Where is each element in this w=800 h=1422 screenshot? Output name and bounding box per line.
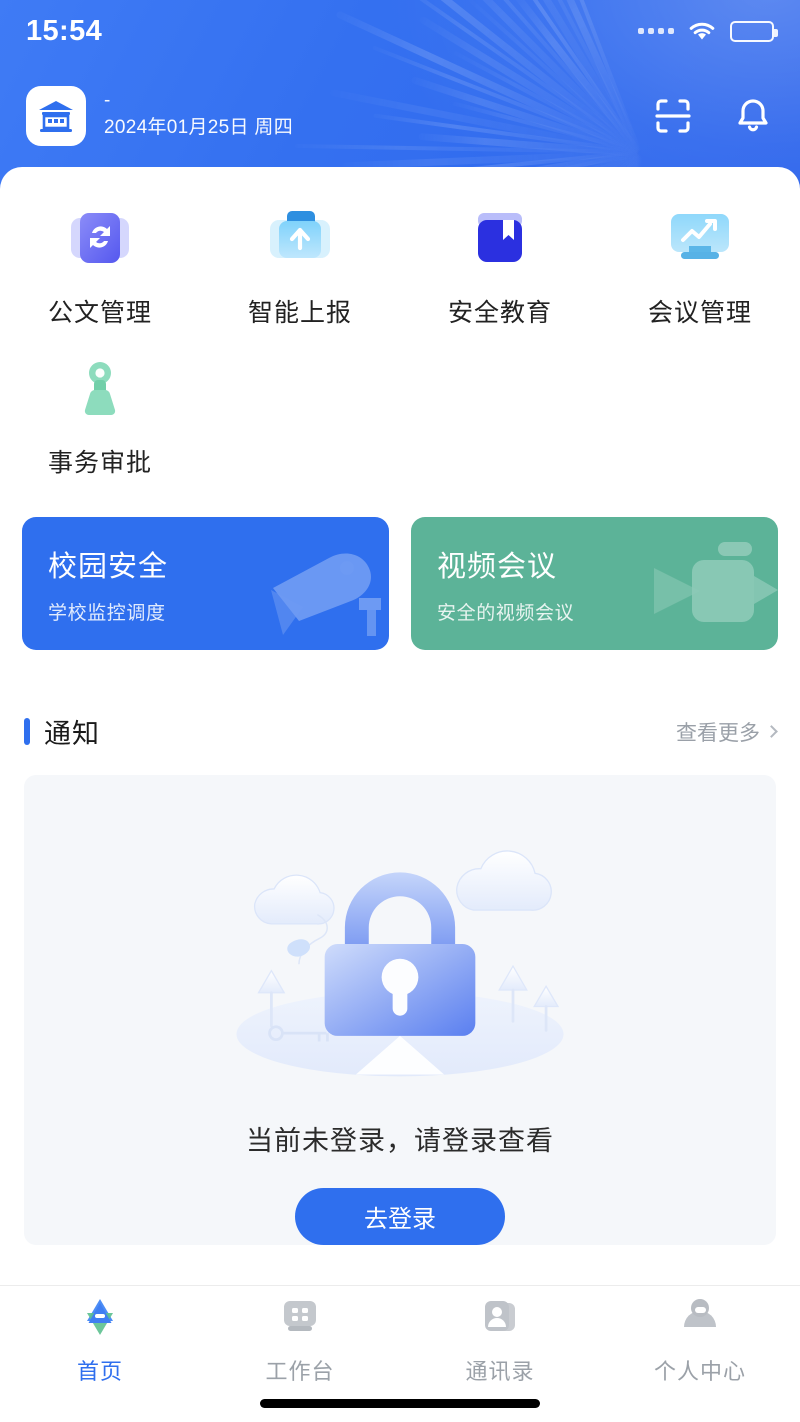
banner-row: 校园安全 学校监控调度 视频会议 安全的视频会议 [0, 489, 800, 650]
video-camera-icon [654, 542, 778, 622]
status-bar-time: 15:54 [26, 14, 103, 47]
tab-person-profile[interactable]: 个人中心 [600, 1286, 800, 1388]
app-shortcut-grid: 公文管理 智能上报 安全教育 会议管理事务审批 [0, 167, 800, 489]
notice-view-more-button[interactable]: 查看更多 [676, 717, 778, 747]
notice-accent-bar [24, 718, 30, 745]
banner-video-conference[interactable]: 视频会议 安全的视频会议 [411, 517, 778, 650]
banner-campus-safety[interactable]: 校园安全 学校监控调度 [22, 517, 389, 650]
signal-dots-icon [638, 28, 674, 34]
app-shortcut-label: 公文管理 [47, 299, 152, 327]
app-bar-actions [652, 95, 774, 137]
scan-qr-icon[interactable] [652, 95, 694, 137]
app-bar: - 2024年01月25日 周四 [0, 78, 800, 154]
notice-view-more-label: 查看更多 [676, 721, 760, 745]
wifi-icon [689, 22, 715, 40]
home-indicator [260, 1399, 540, 1408]
padlock-illustration [236, 850, 564, 1077]
tab-label: 首页 [76, 1359, 123, 1384]
workbench-grid-icon [277, 1294, 323, 1345]
person-profile-icon [677, 1294, 723, 1345]
chevron-right-icon [765, 725, 778, 738]
app-identity: - 2024年01月25日 周四 [104, 91, 652, 141]
app-shortcut-1[interactable]: 公文管理 [0, 189, 200, 339]
security-camera-icon [271, 553, 381, 636]
notice-section-header: 通知 查看更多 [0, 650, 800, 751]
tab-contacts-card[interactable]: 通讯录 [400, 1286, 600, 1388]
app-logo[interactable] [26, 86, 86, 146]
contacts-card-icon [477, 1294, 523, 1345]
bell-icon[interactable] [732, 95, 774, 137]
sync-refresh-icon [57, 203, 143, 275]
app-shortcut-3[interactable]: 安全教育 [400, 189, 600, 339]
empty-state-text: 当前未登录，请登录查看 [246, 1126, 554, 1157]
app-shortcut-label: 智能上报 [247, 299, 352, 327]
app-date: 2024年01月25日 周四 [104, 117, 294, 138]
tab-label: 个人中心 [653, 1359, 746, 1384]
tab-home-star[interactable]: 首页 [0, 1286, 200, 1388]
upload-arrow-icon [257, 203, 343, 275]
app-shortcut-4[interactable]: 会议管理 [600, 189, 800, 339]
app-shortcut-label: 会议管理 [647, 299, 752, 327]
app-title: - [104, 90, 111, 111]
login-button[interactable]: 去登录 [295, 1188, 505, 1245]
approval-stamp-icon [57, 353, 143, 425]
status-bar-indicators [638, 20, 778, 42]
presentation-chart-icon [657, 203, 743, 275]
bookmark-icon [457, 203, 543, 275]
tab-workbench-grid[interactable]: 工作台 [200, 1286, 400, 1388]
school-building-icon [39, 101, 73, 132]
content-sheet: 公文管理 智能上报 安全教育 会议管理 事务审批 校园安全 学校监控调度 视频会议 [0, 167, 800, 1422]
notice-title: 通知 [44, 719, 100, 749]
status-bar: 15:54 [0, 0, 800, 62]
app-screen: 15:54 - 2024年01月25日 周四 公文管理 智能上报 安全教育 会议… [0, 0, 800, 1422]
app-shortcut-label: 安全教育 [447, 299, 552, 327]
notice-empty-state: 当前未登录，请登录查看 去登录 [24, 775, 776, 1245]
tab-label: 工作台 [265, 1359, 335, 1384]
battery-icon [730, 20, 778, 42]
tab-label: 通讯录 [465, 1359, 535, 1384]
home-star-icon [77, 1294, 123, 1345]
app-shortcut-label: 事务审批 [47, 449, 152, 477]
app-shortcut-2[interactable]: 智能上报 [200, 189, 400, 339]
app-shortcut-5[interactable]: 事务审批 [0, 339, 200, 489]
